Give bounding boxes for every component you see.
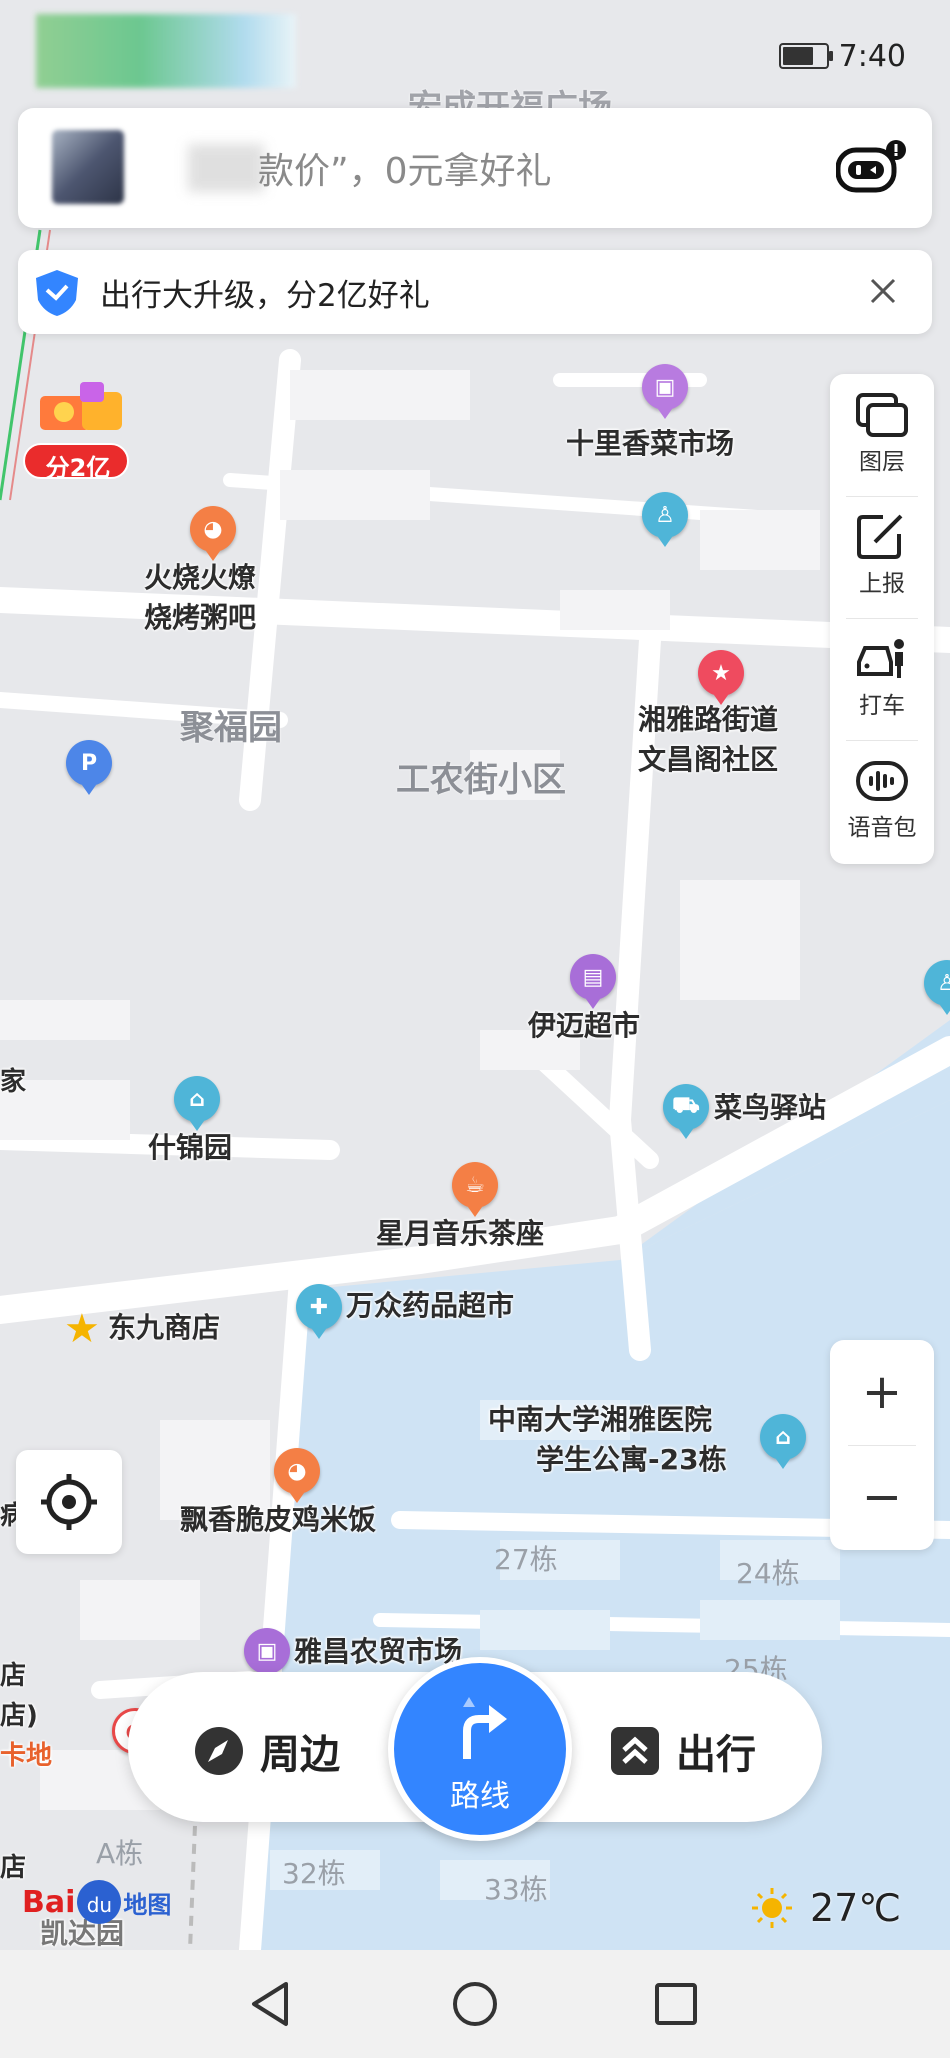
nearby-label: 周边 xyxy=(260,1732,340,1778)
travel-arrows-icon xyxy=(611,1727,659,1775)
logo-paw: du xyxy=(77,1880,122,1924)
zoom-out-button[interactable]: − xyxy=(830,1445,934,1550)
search-hint-text[interactable]: 款价”，0元拿好礼 xyxy=(258,142,552,194)
poi-wanzhong[interactable]: 万众药品超市 xyxy=(346,1286,514,1326)
red-packet-promo[interactable]: 分2亿 xyxy=(22,372,134,484)
building-24: 24栋 xyxy=(736,1557,800,1590)
compass-icon xyxy=(195,1727,243,1775)
back-triangle-icon[interactable] xyxy=(240,1972,304,2036)
building-27: 27栋 xyxy=(494,1543,558,1576)
weather-widget[interactable]: 27℃ xyxy=(750,1886,901,1930)
route-turn-arrow-icon xyxy=(463,1697,507,1759)
tool-voice-pack-label: 语音包 xyxy=(847,815,917,841)
report-edit-icon xyxy=(857,514,903,559)
poi-hotpot-line1[interactable]: 火烧火燎 xyxy=(144,558,256,598)
weather-temp: 27℃ xyxy=(810,1886,902,1930)
zoom-control: + − xyxy=(830,1340,934,1550)
blurred-text xyxy=(188,144,264,192)
promo-notice-bar[interactable]: 出行大升级，分2亿好礼 xyxy=(18,250,932,334)
parking-icon[interactable]: P xyxy=(66,740,112,795)
building-a: A栋 xyxy=(96,1837,144,1870)
zoom-in-button[interactable]: + xyxy=(830,1340,934,1445)
nearby-button[interactable]: 周边 xyxy=(194,1722,340,1780)
poi-dongjiu[interactable]: 东九商店 xyxy=(108,1308,220,1348)
sun-icon xyxy=(752,1888,792,1928)
travel-button[interactable]: 出行 xyxy=(610,1722,756,1780)
taxi-icon xyxy=(857,639,904,678)
supermarket-icon[interactable]: ▤ xyxy=(570,954,616,1009)
delivery-truck-icon[interactable]: ⛟ xyxy=(663,1084,709,1139)
poi-piaoxiang[interactable]: 飘香脆皮鸡米饭 xyxy=(180,1500,376,1540)
status-bar: 7:40 xyxy=(778,36,950,76)
robot-assistant-icon[interactable] xyxy=(836,140,906,194)
baidu-map-logo: Bai du 地图 xyxy=(22,1880,171,1924)
area-label-jufuyuan: 聚福园 xyxy=(180,708,282,748)
battery-icon xyxy=(778,43,833,69)
poi-csu-line2[interactable]: 学生公寓-23栋 xyxy=(536,1440,727,1480)
tea-house-icon[interactable]: ☕ xyxy=(452,1162,498,1217)
poi-xingyue[interactable]: 星月音乐茶座 xyxy=(376,1214,544,1254)
tool-taxi-label: 打车 xyxy=(859,693,905,719)
locate-button[interactable] xyxy=(16,1450,122,1554)
poi-edge-3[interactable]: 店 xyxy=(0,1656,26,1696)
poi-hotpot-line2[interactable]: 烧烤粥吧 xyxy=(144,598,256,638)
notice-text: 出行大升级，分2亿好礼 xyxy=(100,278,430,314)
poi-xiangya-line1[interactable]: 湘雅路街道 xyxy=(638,700,778,740)
building-32: 32栋 xyxy=(282,1857,346,1890)
logo-map: 地图 xyxy=(123,1890,172,1919)
user-avatar[interactable] xyxy=(52,130,124,204)
poi-csu-line1[interactable]: 中南大学湘雅医院 xyxy=(488,1400,712,1440)
pharmacy-icon[interactable]: ✚ xyxy=(296,1284,342,1339)
route-label: 路线 xyxy=(450,1779,510,1814)
poi-edge-5[interactable]: 卡地 xyxy=(0,1736,52,1776)
market-bag-icon[interactable]: ▣ xyxy=(244,1628,290,1683)
dorm-icon[interactable]: ⌂ xyxy=(760,1414,806,1469)
government-star-icon[interactable]: ★ xyxy=(698,650,744,705)
system-nav-bar xyxy=(0,1950,950,2058)
shopping-bag-icon[interactable]: ▣ xyxy=(642,364,688,419)
poi-yimai[interactable]: 伊迈超市 xyxy=(528,1006,640,1046)
star-store-icon[interactable]: ★ xyxy=(64,1306,100,1352)
recents-square-icon[interactable] xyxy=(644,1972,708,2036)
travel-label: 出行 xyxy=(676,1732,756,1778)
building-33: 33栋 xyxy=(484,1873,548,1906)
layers-icon xyxy=(856,393,908,437)
poi-yachang[interactable]: 雅昌农贸市场 xyxy=(294,1632,462,1672)
poi-market[interactable]: 十里香菜市场 xyxy=(566,424,734,464)
poi-cainiao[interactable]: 菜鸟驿站 xyxy=(714,1088,826,1128)
shield-check-icon xyxy=(36,270,78,316)
route-button[interactable]: 路线 xyxy=(388,1657,572,1841)
promo-label: 分2亿 xyxy=(45,454,111,482)
restaurant-icon[interactable]: ◕ xyxy=(190,506,236,561)
tool-voice-pack[interactable]: 语音包 xyxy=(830,740,934,862)
tool-report-label: 上报 xyxy=(859,571,905,597)
status-time: 7:40 xyxy=(838,38,906,74)
poi-edge-4[interactable]: 店) xyxy=(0,1696,38,1736)
poi-shijin[interactable]: 什锦园 xyxy=(148,1128,232,1168)
logo-bai: Bai xyxy=(22,1884,76,1920)
search-bar[interactable]: 款价”，0元拿好礼 xyxy=(18,108,932,228)
poi-edge-1[interactable]: 家 xyxy=(0,1062,26,1102)
voice-pack-icon xyxy=(856,761,908,801)
tool-layers[interactable]: 图层 xyxy=(830,374,934,496)
area-label-gongnong: 工农街小区 xyxy=(396,760,566,800)
tool-layers-label: 图层 xyxy=(859,449,905,475)
blurred-notification-area xyxy=(36,14,296,88)
home-circle-icon[interactable] xyxy=(443,1972,507,2036)
tool-taxi[interactable]: 打车 xyxy=(830,618,934,740)
residence-icon[interactable]: ⌂ xyxy=(174,1076,220,1131)
crosshair-location-icon xyxy=(41,1474,97,1530)
restroom-icon[interactable]: ♙ xyxy=(642,492,688,547)
poi-xiangya-line2[interactable]: 文昌阁社区 xyxy=(638,740,778,780)
close-icon[interactable] xyxy=(856,264,910,318)
map-tools-panel: 图层 上报 打车 语音包 xyxy=(830,374,934,864)
restaurant-icon-2[interactable]: ◕ xyxy=(274,1448,320,1503)
tool-report[interactable]: 上报 xyxy=(830,496,934,618)
